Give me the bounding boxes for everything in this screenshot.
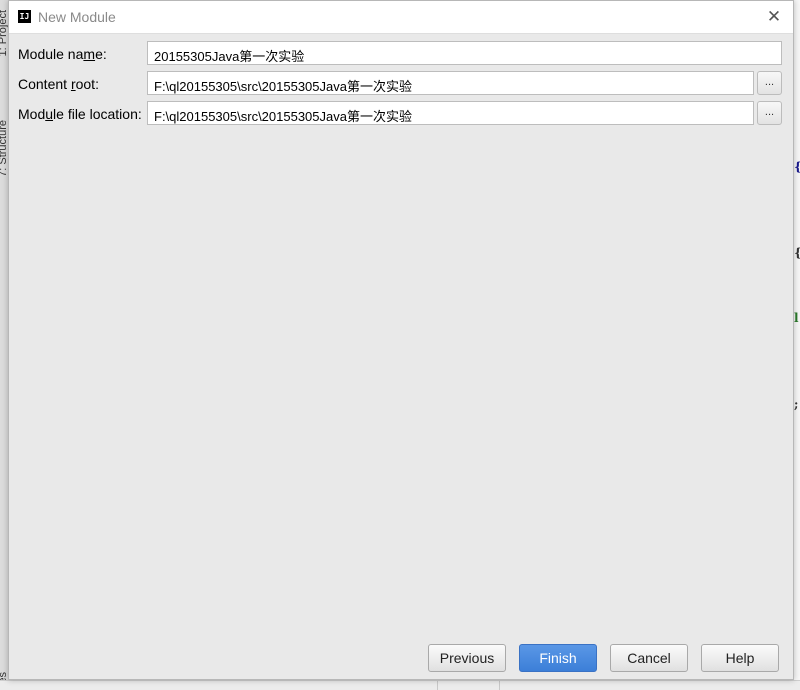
dialog-titlebar[interactable]: IJ New Module ✕ <box>9 1 793 34</box>
module-file-location-input[interactable]: F:\ql20155305\src\20155305Java第一次实验 <box>147 101 754 125</box>
ide-editor-edge: { { l ; <box>794 0 800 689</box>
module-file-location-browse-button[interactable]: ... <box>757 101 782 125</box>
editor-glyph: { <box>794 246 800 260</box>
content-root-label: Content root: <box>18 76 99 92</box>
content-root-input[interactable]: F:\ql20155305\src\20155305Java第一次实验 <box>147 71 754 95</box>
new-module-dialog: IJ New Module ✕ Module name: 20155305Jav… <box>8 0 794 680</box>
editor-glyph: { <box>794 160 800 174</box>
cancel-button[interactable]: Cancel <box>610 644 688 672</box>
module-name-label: Module name: <box>18 46 107 62</box>
help-button[interactable]: Help <box>701 644 779 672</box>
module-file-location-label: Module file location: <box>18 106 142 122</box>
module-name-input[interactable]: 20155305Java第一次实验 <box>147 41 782 65</box>
previous-button[interactable]: Previous <box>428 644 506 672</box>
content-root-browse-button[interactable]: ... <box>757 71 782 95</box>
module-file-location-row: Module file location: F:\ql20155305\src\… <box>9 101 793 127</box>
editor-glyph: ; <box>794 397 799 411</box>
finish-button[interactable]: Finish <box>519 644 597 672</box>
content-root-row: Content root: F:\ql20155305\src\20155305… <box>9 71 793 97</box>
intellij-app-icon: IJ <box>18 10 31 23</box>
module-name-row: Module name: 20155305Java第一次实验 <box>9 41 793 67</box>
close-icon[interactable]: ✕ <box>765 8 783 26</box>
dialog-title: New Module <box>38 9 116 25</box>
editor-glyph: l <box>794 311 799 325</box>
